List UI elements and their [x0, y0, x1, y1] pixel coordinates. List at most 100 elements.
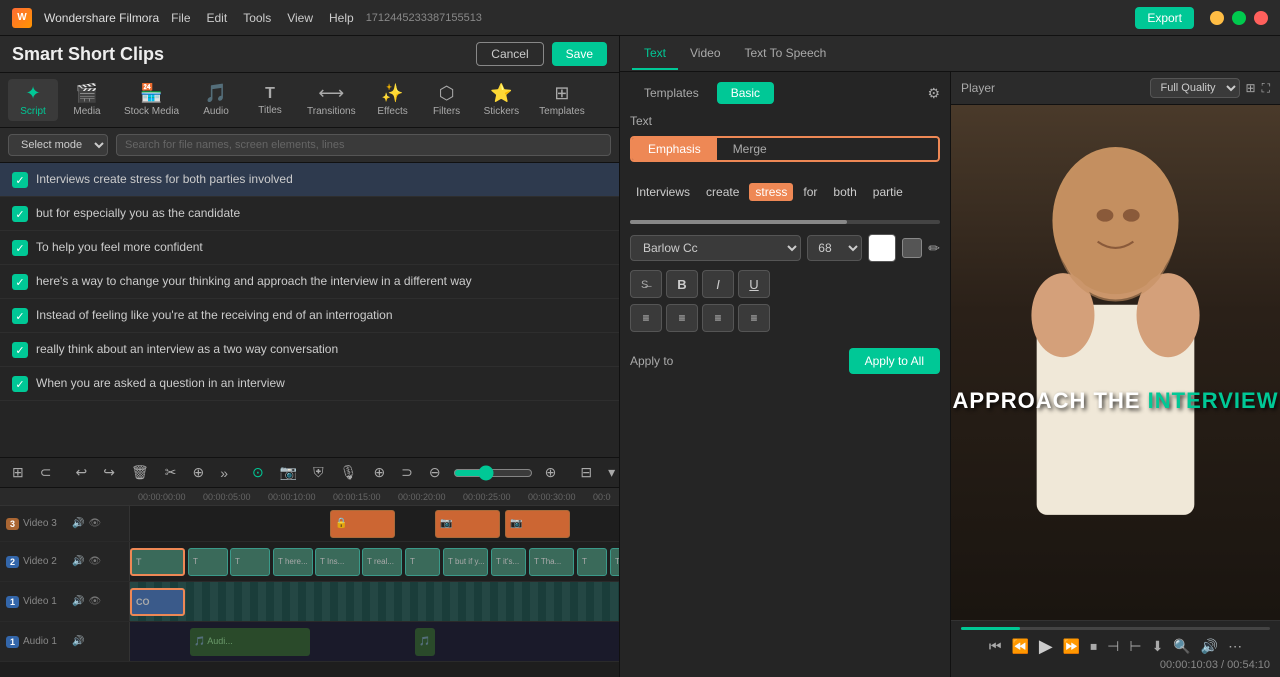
- track-visibility-btn[interactable]: 👁: [88, 596, 101, 607]
- tool-script[interactable]: ✦ Script: [8, 79, 58, 121]
- magnet-btn[interactable]: ⊂: [36, 462, 56, 483]
- undo-btn[interactable]: ↩: [71, 462, 91, 483]
- tool-stickers[interactable]: ⭐ Stickers: [476, 79, 528, 121]
- track-content-audio1[interactable]: 🎵 Audi... 🎵: [130, 622, 619, 661]
- clip[interactable]: T: [577, 548, 607, 576]
- merge-btn[interactable]: ⊕: [188, 462, 208, 483]
- sub-tab-basic[interactable]: Basic: [717, 82, 774, 104]
- clip[interactable]: T it's...: [491, 548, 526, 576]
- volume-btn[interactable]: 🔊: [1201, 638, 1218, 655]
- clip clip-selected[interactable]: T: [130, 548, 185, 576]
- maximize-button[interactable]: [1232, 11, 1246, 25]
- track-content-video2[interactable]: T T T T here... T Ins... T real... T T b…: [130, 542, 619, 581]
- apply-to-all-button[interactable]: Apply to All: [849, 348, 940, 374]
- fullscreen-btn[interactable]: ⛶: [1262, 81, 1270, 96]
- track-content-video1[interactable]: CO: [130, 582, 619, 621]
- minimize-button[interactable]: [1210, 11, 1224, 25]
- tool-transitions[interactable]: ⟷ Transitions: [299, 79, 364, 121]
- tab-text[interactable]: Text: [632, 38, 678, 70]
- clip[interactable]: T but if y...: [443, 548, 488, 576]
- tab-video[interactable]: Video: [678, 38, 732, 70]
- track-visibility-btn[interactable]: 👁: [88, 556, 101, 567]
- list-item[interactable]: ✓ To help you feel more confident: [0, 231, 619, 265]
- track-audio-btn[interactable]: 🔊: [72, 596, 84, 607]
- tool-effects[interactable]: ✨ Effects: [368, 79, 418, 121]
- word-chip[interactable]: create: [700, 183, 745, 201]
- track-content-video3[interactable]: 🔒 📷 📷 📷: [130, 506, 619, 541]
- color-wheel-btn[interactable]: ⊙: [248, 462, 268, 483]
- camera-btn[interactable]: 📷: [276, 462, 301, 483]
- audio-clip-small[interactable]: 🎵: [415, 628, 435, 656]
- track-visibility-btn[interactable]: 👁: [88, 518, 101, 529]
- checkbox[interactable]: ✓: [12, 342, 28, 358]
- tool-filters[interactable]: ⬡ Filters: [422, 79, 472, 121]
- list-item[interactable]: ✓ really think about an interview as a t…: [0, 333, 619, 367]
- word-chip[interactable]: both: [827, 183, 862, 201]
- merge-tab[interactable]: Merge: [717, 138, 783, 160]
- preview-progress-bar[interactable]: [961, 627, 1270, 630]
- checkbox[interactable]: ✓: [12, 240, 28, 256]
- track-audio-btn[interactable]: 🔊: [72, 636, 84, 647]
- zoom-in-btn[interactable]: ⊕: [541, 462, 561, 483]
- checkbox[interactable]: ✓: [12, 172, 28, 188]
- in-point-btn[interactable]: ⊣: [1107, 638, 1119, 655]
- clip[interactable]: 📷: [435, 510, 500, 538]
- save-button[interactable]: Save: [552, 42, 607, 66]
- play-btn[interactable]: ▶: [1039, 636, 1053, 657]
- tool-templates[interactable]: ⊞ Templates: [531, 79, 593, 121]
- more-options-btn[interactable]: ⋯: [1228, 638, 1242, 655]
- prev-frame-btn[interactable]: ⏪: [1011, 638, 1028, 655]
- settings-icon[interactable]: ⚙: [927, 85, 940, 102]
- word-chip[interactable]: for: [797, 183, 823, 201]
- align-center-button[interactable]: ≡: [666, 304, 698, 332]
- export-button[interactable]: Export: [1135, 7, 1194, 29]
- skip-start-btn[interactable]: ⏮: [989, 638, 1002, 655]
- export-frame-btn[interactable]: ⬇: [1152, 638, 1164, 655]
- zoom-slider[interactable]: [453, 465, 533, 481]
- mode-select[interactable]: Select mode: [8, 134, 108, 156]
- link-btn[interactable]: ⊃: [397, 462, 417, 483]
- mic-btn[interactable]: 🎙: [336, 462, 362, 483]
- tool-titles[interactable]: T Titles: [245, 81, 295, 120]
- clip[interactable]: T real...: [362, 548, 402, 576]
- grid-view-btn[interactable]: ⊞: [8, 462, 28, 483]
- audio-clip[interactable]: 🎵 Audi...: [190, 628, 310, 656]
- menu-file[interactable]: File: [171, 11, 190, 25]
- menu-view[interactable]: View: [287, 11, 313, 25]
- tool-audio[interactable]: 🎵 Audio: [191, 79, 241, 121]
- out-point-btn[interactable]: ⊢: [1129, 638, 1141, 655]
- color-swatch-dark[interactable]: [902, 238, 922, 258]
- align-left-button[interactable]: ≡: [630, 304, 662, 332]
- eyedropper-button[interactable]: ✏: [928, 240, 940, 257]
- redo-btn[interactable]: ↪: [99, 462, 119, 483]
- clip[interactable]: T The...: [610, 548, 619, 576]
- clip[interactable]: T Tha...: [529, 548, 574, 576]
- next-frame-btn[interactable]: ⏩: [1063, 638, 1080, 655]
- close-button[interactable]: [1254, 11, 1268, 25]
- clip[interactable]: 📷: [505, 510, 570, 538]
- more-btn[interactable]: »: [216, 463, 232, 483]
- font-select[interactable]: Barlow Cc: [630, 235, 801, 261]
- clip[interactable]: T: [230, 548, 270, 576]
- list-item[interactable]: ✓ When you are asked a question in an in…: [0, 367, 619, 401]
- clip[interactable]: CO: [130, 588, 185, 616]
- grid-view-btn[interactable]: ⊞: [1246, 81, 1256, 95]
- tool-media[interactable]: 🎬 Media: [62, 79, 112, 121]
- zoom-btn[interactable]: 🔍: [1173, 638, 1190, 655]
- clip[interactable]: 🔒: [330, 510, 395, 538]
- tab-text-to-speech[interactable]: Text To Speech: [733, 38, 839, 70]
- emphasis-tab[interactable]: Emphasis: [632, 138, 717, 160]
- cancel-button[interactable]: Cancel: [476, 42, 543, 66]
- italic-button[interactable]: I: [702, 270, 734, 298]
- layout-btn[interactable]: ⊟: [576, 462, 596, 483]
- delete-btn[interactable]: 🗑: [127, 462, 153, 483]
- track-audio-btn[interactable]: 🔊: [72, 556, 84, 567]
- list-item[interactable]: ✓ here's a way to change your thinking a…: [0, 265, 619, 299]
- color-picker[interactable]: [868, 234, 896, 262]
- track-audio-btn[interactable]: 🔊: [72, 518, 84, 529]
- checkbox[interactable]: ✓: [12, 274, 28, 290]
- checkbox[interactable]: ✓: [12, 206, 28, 222]
- clip[interactable]: T Ins...: [315, 548, 360, 576]
- clip[interactable]: T: [405, 548, 440, 576]
- word-chip[interactable]: partie: [867, 183, 909, 201]
